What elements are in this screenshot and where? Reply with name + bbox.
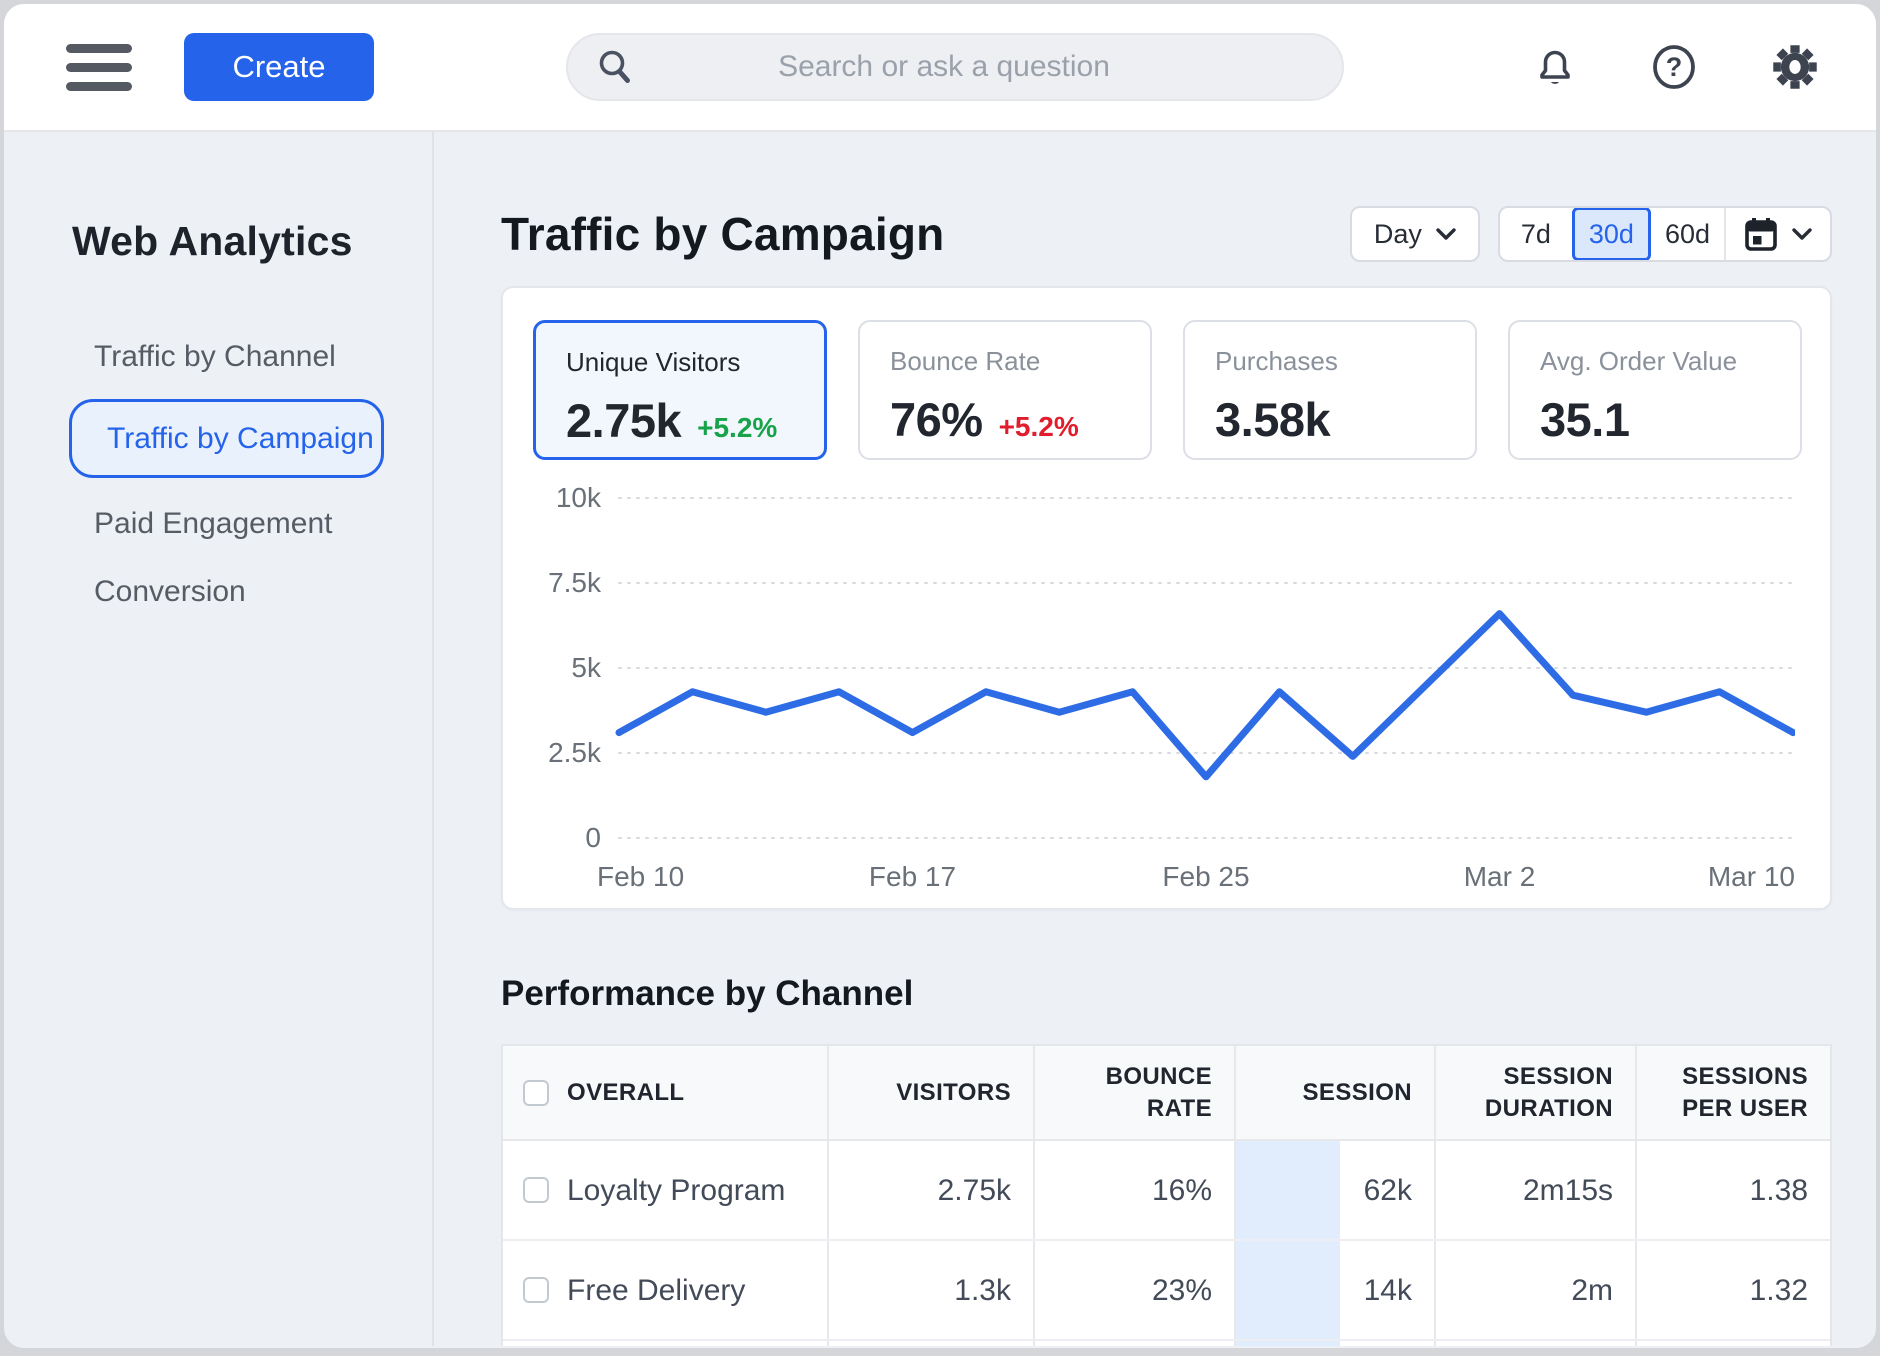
search-bar[interactable] [566, 33, 1344, 101]
section-title: Performance by Channel [501, 974, 1832, 1014]
x-axis-label: Mar 10 [1708, 861, 1795, 892]
date-picker-button[interactable] [1726, 208, 1830, 260]
column-header-visitors: VISITORS [829, 1046, 1035, 1139]
x-axis-label: Feb 25 [1162, 861, 1249, 892]
y-axis-tick: 5k [571, 652, 602, 683]
column-header-session-duration: SESSION DURATION [1436, 1046, 1637, 1139]
row-name: Loyalty Program [567, 1171, 785, 1210]
y-axis-tick: 0 [585, 822, 601, 853]
granularity-select[interactable]: Day [1350, 206, 1480, 262]
row-checkbox[interactable] [523, 1277, 549, 1303]
row-name: Free Delivery [567, 1271, 745, 1310]
select-all-checkbox[interactable] [523, 1080, 549, 1106]
help-icon[interactable]: ? [1650, 43, 1698, 91]
row-checkbox[interactable] [523, 1177, 549, 1203]
column-header-sessions-per-user: SESSIONS PER USER [1637, 1046, 1830, 1139]
row-value-cell: 2m15s [1436, 1141, 1637, 1239]
x-axis-label: Mar 2 [1464, 861, 1536, 892]
y-axis-tick: 10k [556, 482, 602, 513]
stat-label: Purchases [1215, 346, 1475, 377]
column-header-session: SESSION [1236, 1046, 1436, 1139]
row-value-cell: 2.75k [829, 1141, 1035, 1239]
range-button-7d[interactable]: 7d [1500, 208, 1572, 260]
stat-label: Unique Visitors [566, 347, 824, 378]
calendar-icon [1744, 216, 1778, 252]
table-row: Free Delivery 1.3k23%14k2m1.32 [503, 1241, 1830, 1341]
chevron-down-icon [1792, 228, 1812, 241]
stat-label: Bounce Rate [890, 346, 1150, 377]
performance-table: OVERALLVISITORSBOUNCE RATESESSIONSESSION… [501, 1044, 1832, 1346]
row-empty-cell [1436, 1341, 1637, 1346]
stat-label: Avg. Order Value [1540, 346, 1800, 377]
stat-delta: +5.2% [999, 411, 1079, 443]
row-empty-cell [503, 1341, 829, 1346]
stat-card-bounce-rate[interactable]: Bounce Rate 76% +5.2% [858, 320, 1152, 460]
search-icon [596, 48, 634, 86]
row-value-cell: 1.38 [1637, 1141, 1830, 1239]
menu-icon[interactable] [66, 44, 132, 91]
create-button[interactable]: Create [184, 33, 374, 101]
row-value-cell: 23% [1035, 1241, 1236, 1339]
traffic-chart-card: Unique Visitors 2.75k +5.2% Bounce Rate 76% +… [501, 286, 1832, 910]
range-button-60d[interactable]: 60d [1651, 208, 1724, 260]
column-header-label: OVERALL [567, 1077, 684, 1108]
line-chart: 10k 7.5k 5k 2.5k 0 Feb 10 Feb 17 Feb 25 Mar 2 Mar… [533, 468, 1802, 915]
x-axis-label: Feb 17 [869, 861, 956, 892]
y-axis-tick: 2.5k [548, 737, 602, 768]
table-row: Loyalty Program 2.75k16%62k2m15s1.38 [503, 1141, 1830, 1241]
stat-value-line: 76% +5.2% [890, 392, 1150, 447]
stat-value: 35.1 [1540, 392, 1629, 447]
stat-card-purchases[interactable]: Purchases 3.58k [1183, 320, 1477, 460]
row-name-cell: Loyalty Program [503, 1141, 829, 1239]
row-value-cell: 14k [1236, 1241, 1436, 1339]
row-empty-cell [1236, 1341, 1436, 1346]
x-axis-label: Feb 10 [597, 861, 684, 892]
sidebar-title: Web Analytics [72, 218, 412, 265]
row-value-cell: 1.3k [829, 1241, 1035, 1339]
settings-icon[interactable] [1770, 42, 1820, 92]
column-header-bounce-rate: BOUNCE RATE [1035, 1046, 1236, 1139]
stat-value: 76% [890, 392, 983, 447]
stat-card-avg-order-value[interactable]: Avg. Order Value 35.1 [1508, 320, 1802, 460]
sidebar-item-paid-engagement[interactable]: Paid Engagement [72, 490, 412, 558]
row-value-cell: 62k [1236, 1141, 1436, 1239]
main-content: Traffic by Campaign Day 7d30d60d [434, 132, 1876, 1346]
chevron-down-icon [1436, 228, 1456, 241]
stat-delta: +5.2% [697, 412, 777, 444]
sidebar: Web Analytics Traffic by ChannelTraffic … [4, 132, 434, 1346]
row-value-cell: 1.32 [1637, 1241, 1830, 1339]
svg-text:?: ? [1666, 52, 1683, 82]
row-empty-cell [1637, 1341, 1830, 1346]
app-window: Create ? [4, 4, 1876, 1348]
stat-value-line: 3.58k [1215, 392, 1475, 447]
page-title: Traffic by Campaign [501, 207, 944, 261]
sidebar-item-traffic-by-campaign[interactable]: Traffic by Campaign [69, 399, 384, 478]
table-row-partial [503, 1341, 1830, 1346]
row-name-cell: Free Delivery [503, 1241, 829, 1339]
stat-card-unique-visitors[interactable]: Unique Visitors 2.75k +5.2% [533, 320, 827, 460]
sidebar-item-conversion[interactable]: Conversion [72, 558, 412, 626]
stat-value-line: 35.1 [1540, 392, 1800, 447]
row-value-cell: 16% [1035, 1141, 1236, 1239]
sidebar-item-traffic-by-channel[interactable]: Traffic by Channel [72, 323, 412, 391]
row-empty-cell [1035, 1341, 1236, 1346]
granularity-label: Day [1374, 219, 1422, 250]
sidebar-nav: Traffic by Channel Traffic by Campaign Pai… [72, 323, 412, 626]
row-value-cell: 2m [1436, 1241, 1637, 1339]
stat-value: 2.75k [566, 393, 681, 448]
bell-icon[interactable] [1532, 44, 1578, 90]
table-header-row: OVERALLVISITORSBOUNCE RATESESSIONSESSION… [503, 1046, 1830, 1141]
y-axis-tick: 7.5k [548, 567, 602, 598]
range-button-30d[interactable]: 30d [1572, 207, 1651, 261]
stat-value: 3.58k [1215, 392, 1330, 447]
search-input[interactable] [634, 50, 1314, 84]
top-bar: Create ? [4, 4, 1876, 132]
row-empty-cell [829, 1341, 1035, 1346]
column-header-overall: OVERALL [503, 1046, 829, 1139]
stat-value-line: 2.75k +5.2% [566, 393, 824, 448]
range-selector: 7d30d60d [1498, 206, 1832, 262]
